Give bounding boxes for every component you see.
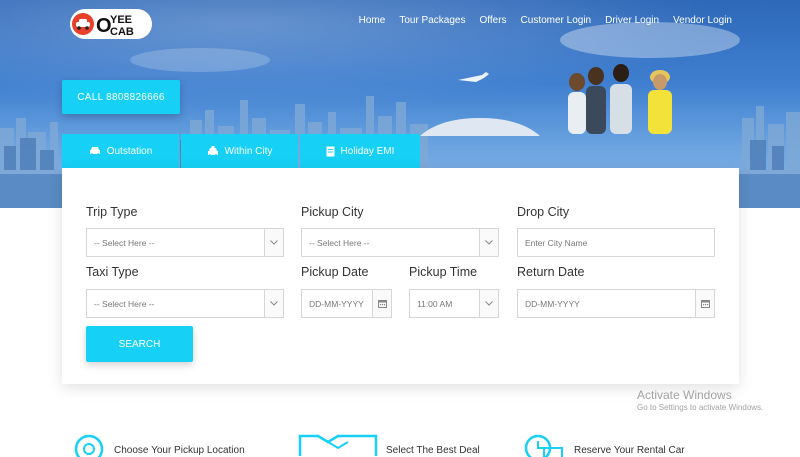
handshake-icon: [298, 434, 378, 456]
feature-pickup-label: Choose Your Pickup Location: [114, 445, 245, 456]
document-icon: [326, 146, 335, 156]
oyeecab-logo[interactable]: O YEE CAB: [70, 9, 152, 39]
airplane-icon: [458, 72, 489, 82]
chevron-down-icon: [479, 229, 498, 256]
pickup-date-input[interactable]: DD-MM-YYYY: [301, 289, 392, 318]
activate-windows-title: Activate Windows: [637, 388, 732, 402]
search-button[interactable]: SEARCH: [86, 326, 193, 362]
feature-reserve-car: Reserve Your Rental Car: [522, 432, 685, 457]
drop-city-input[interactable]: Enter City Name: [517, 228, 715, 257]
trip-type-label: Trip Type: [86, 205, 138, 219]
nav-vendor-login[interactable]: Vendor Login: [673, 15, 732, 26]
feature-best-deal-label: Select The Best Deal: [386, 445, 480, 456]
feature-pickup-location: Choose Your Pickup Location: [72, 432, 245, 457]
feature-best-deal: Select The Best Deal: [298, 432, 480, 457]
feature-reserve-label: Reserve Your Rental Car: [574, 445, 685, 456]
tab-holiday-emi-label: Holiday EMI: [340, 145, 395, 157]
nav-tour-packages[interactable]: Tour Packages: [399, 15, 465, 26]
trip-type-select[interactable]: -- Select Here --: [86, 228, 284, 257]
taxi-icon: [207, 145, 218, 157]
taxi-type-value: -- Select Here --: [94, 298, 155, 309]
chevron-down-icon: [479, 290, 498, 317]
pickup-date-placeholder: DD-MM-YYYY: [309, 298, 364, 309]
drop-city-placeholder: Enter City Name: [525, 237, 588, 248]
calendar-icon[interactable]: [695, 290, 714, 317]
svg-text:CAB: CAB: [110, 26, 134, 38]
chevron-down-icon: [264, 229, 283, 256]
nav-customer-login[interactable]: Customer Login: [521, 15, 592, 26]
return-date-label: Return Date: [517, 265, 585, 279]
pickup-city-label: Pickup City: [301, 205, 364, 219]
tab-outstation[interactable]: Outstation: [62, 134, 179, 168]
taxi-type-select[interactable]: -- Select Here --: [86, 289, 284, 318]
location-icon: [74, 434, 104, 457]
pickup-date-label: Pickup Date: [301, 265, 369, 279]
call-button[interactable]: CALL 8808826666: [62, 80, 180, 114]
nav-offers[interactable]: Offers: [479, 15, 506, 26]
pickup-time-value: 11:00 AM: [417, 298, 453, 309]
pickup-city-value: -- Select Here --: [309, 237, 370, 248]
top-navigation: Home Tour Packages Offers Customer Login…: [359, 15, 732, 26]
drop-city-label: Drop City: [517, 205, 570, 219]
return-date-input[interactable]: DD-MM-YYYY: [517, 289, 715, 318]
tab-within-city[interactable]: Within City: [181, 134, 298, 168]
calendar-icon: [524, 434, 563, 457]
tab-within-city-label: Within City: [224, 145, 273, 157]
taxi-type-label: Taxi Type: [86, 265, 139, 279]
return-date-placeholder: DD-MM-YYYY: [525, 298, 580, 309]
calendar-icon[interactable]: [372, 290, 391, 317]
car-icon: [89, 147, 100, 156]
travellers-illustration: [568, 64, 672, 134]
chevron-down-icon: [264, 290, 283, 317]
svg-text:YEE: YEE: [110, 14, 132, 26]
tab-holiday-emi[interactable]: Holiday EMI: [300, 134, 420, 168]
nav-home[interactable]: Home: [359, 15, 386, 26]
pickup-city-select[interactable]: -- Select Here --: [301, 228, 499, 257]
activate-windows-subtitle: Go to Settings to activate Windows.: [637, 403, 764, 412]
booking-tabs: Outstation Within City Holiday EMI: [62, 134, 420, 168]
trip-type-value: -- Select Here --: [94, 237, 155, 248]
booking-form-panel: Trip Type Pickup City Drop City -- Selec…: [62, 168, 739, 384]
pickup-time-select[interactable]: 11:00 AM: [409, 289, 499, 318]
tab-outstation-label: Outstation: [106, 145, 153, 157]
nav-driver-login[interactable]: Driver Login: [605, 15, 659, 26]
pickup-time-label: Pickup Time: [409, 265, 478, 279]
